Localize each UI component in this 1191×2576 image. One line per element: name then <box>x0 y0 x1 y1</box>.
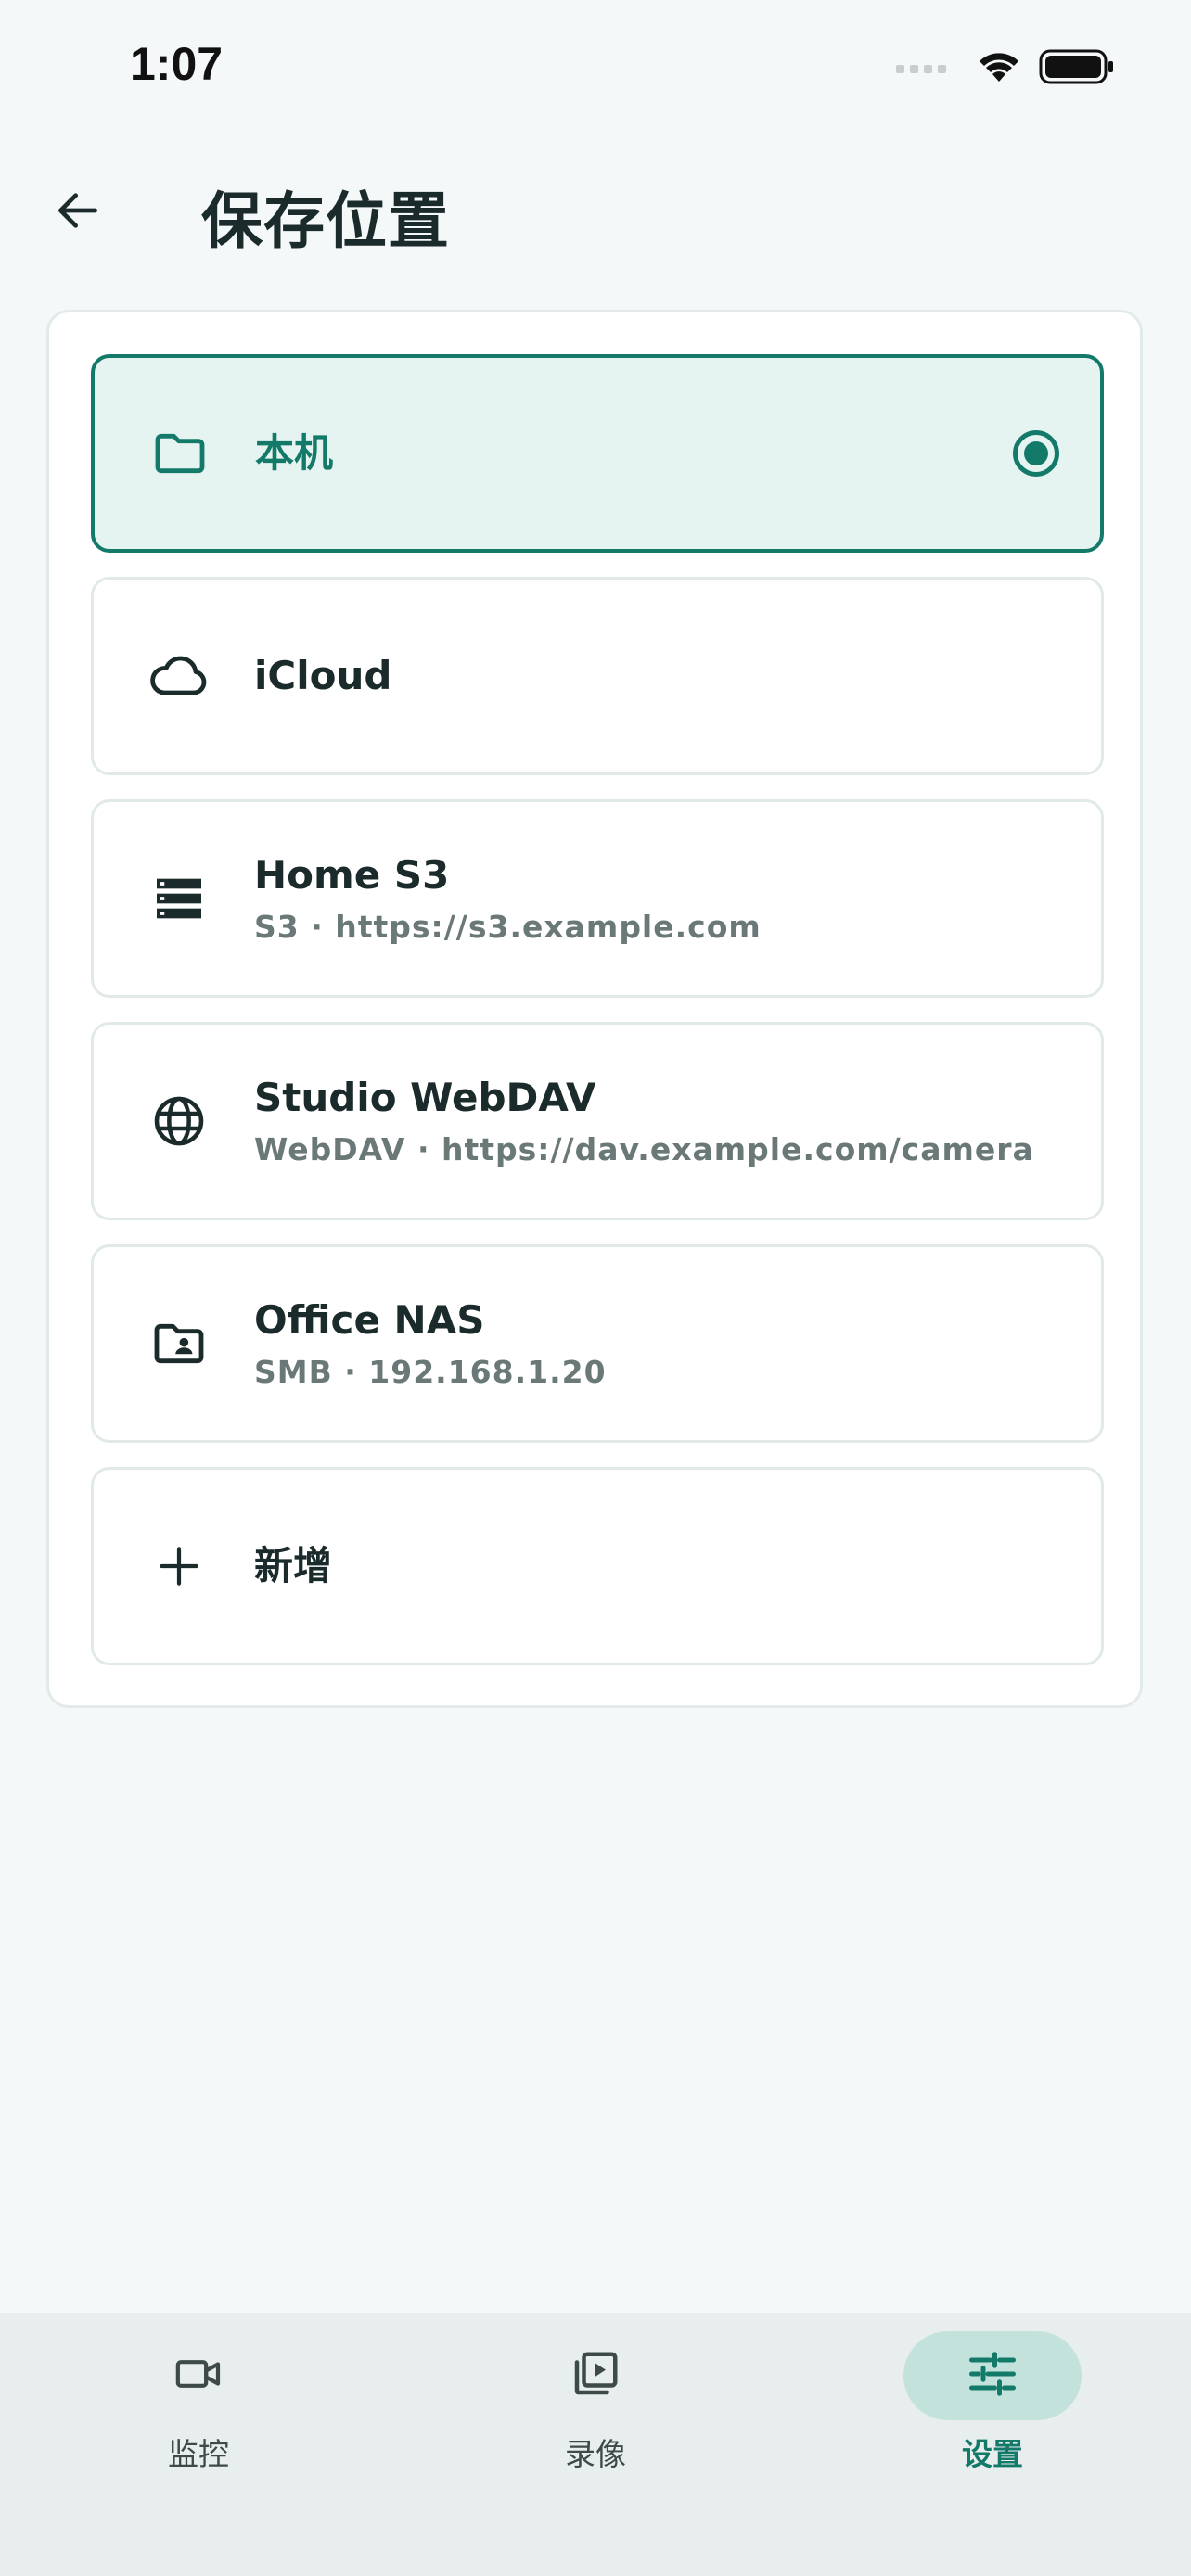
nav-pill <box>903 2331 1082 2420</box>
battery-icon <box>1039 48 1115 89</box>
bottom-navigation: 监控 录像 设置 <box>0 2313 1191 2576</box>
storage-option-studio-webdav[interactable]: Studio WebDAV WebDAV · https://dav.examp… <box>91 1022 1104 1220</box>
option-text: 新增 <box>254 1543 1064 1589</box>
option-text: Home S3 S3 · https://s3.example.com <box>254 852 1064 944</box>
storage-option-office-nas[interactable]: Office NAS SMB · 192.168.1.20 <box>91 1244 1104 1443</box>
status-bar: 1:07 <box>0 0 1191 130</box>
option-title: iCloud <box>254 652 392 698</box>
storage-option-icloud[interactable]: iCloud <box>91 577 1104 775</box>
option-subtitle: S3 · https://s3.example.com <box>254 908 762 945</box>
storage-option-home-s3[interactable]: Home S3 S3 · https://s3.example.com <box>91 799 1104 998</box>
option-title: Office NAS <box>254 1297 485 1344</box>
nav-item-recordings[interactable]: 录像 <box>503 2331 688 2474</box>
arrow-left-icon <box>52 185 104 240</box>
video-library-icon <box>568 2346 623 2405</box>
status-icons <box>896 48 1115 89</box>
status-time: 1:07 <box>130 38 224 90</box>
option-title: 新增 <box>254 1542 333 1588</box>
header: 保存位置 <box>0 162 1191 264</box>
add-storage-button[interactable]: 新增 <box>91 1467 1104 1665</box>
shared-folder-icon <box>146 1310 212 1377</box>
cloud-icon <box>146 643 212 709</box>
option-text: Office NAS SMB · 192.168.1.20 <box>254 1297 1064 1389</box>
plus-icon <box>146 1533 212 1600</box>
signal-dots-icon <box>896 64 946 73</box>
page-title: 保存位置 <box>201 185 450 257</box>
option-title: Home S3 <box>254 852 450 899</box>
storage-options-card: 本机 iCloud Home S3 S3 · https://s3.exampl… <box>46 310 1143 1708</box>
back-button[interactable] <box>48 183 108 242</box>
nav-label: 录像 <box>565 2436 626 2472</box>
option-title: 本机 <box>255 429 334 476</box>
sliders-icon <box>965 2346 1020 2405</box>
nav-item-settings[interactable]: 设置 <box>900 2331 1085 2474</box>
wifi-icon <box>976 48 1022 89</box>
nav-pill <box>109 2331 288 2420</box>
nav-item-monitor[interactable]: 监控 <box>106 2331 291 2474</box>
option-text: 本机 <box>255 430 1063 477</box>
server-icon <box>146 865 212 932</box>
nav-label: 监控 <box>168 2436 229 2472</box>
radio-selected-icon[interactable] <box>1013 430 1059 477</box>
option-subtitle: SMB · 192.168.1.20 <box>254 1353 607 1390</box>
option-text: Studio WebDAV WebDAV · https://dav.examp… <box>254 1075 1064 1167</box>
folder-icon <box>147 420 213 487</box>
option-text: iCloud <box>254 653 1064 699</box>
video-camera-icon <box>173 2348 224 2404</box>
option-title: Studio WebDAV <box>254 1075 596 1121</box>
option-subtitle: WebDAV · https://dav.example.com/camera <box>254 1130 1034 1167</box>
nav-pill <box>506 2331 685 2420</box>
nav-label: 设置 <box>962 2436 1023 2472</box>
storage-option-local[interactable]: 本机 <box>91 354 1104 553</box>
globe-icon <box>146 1088 212 1154</box>
